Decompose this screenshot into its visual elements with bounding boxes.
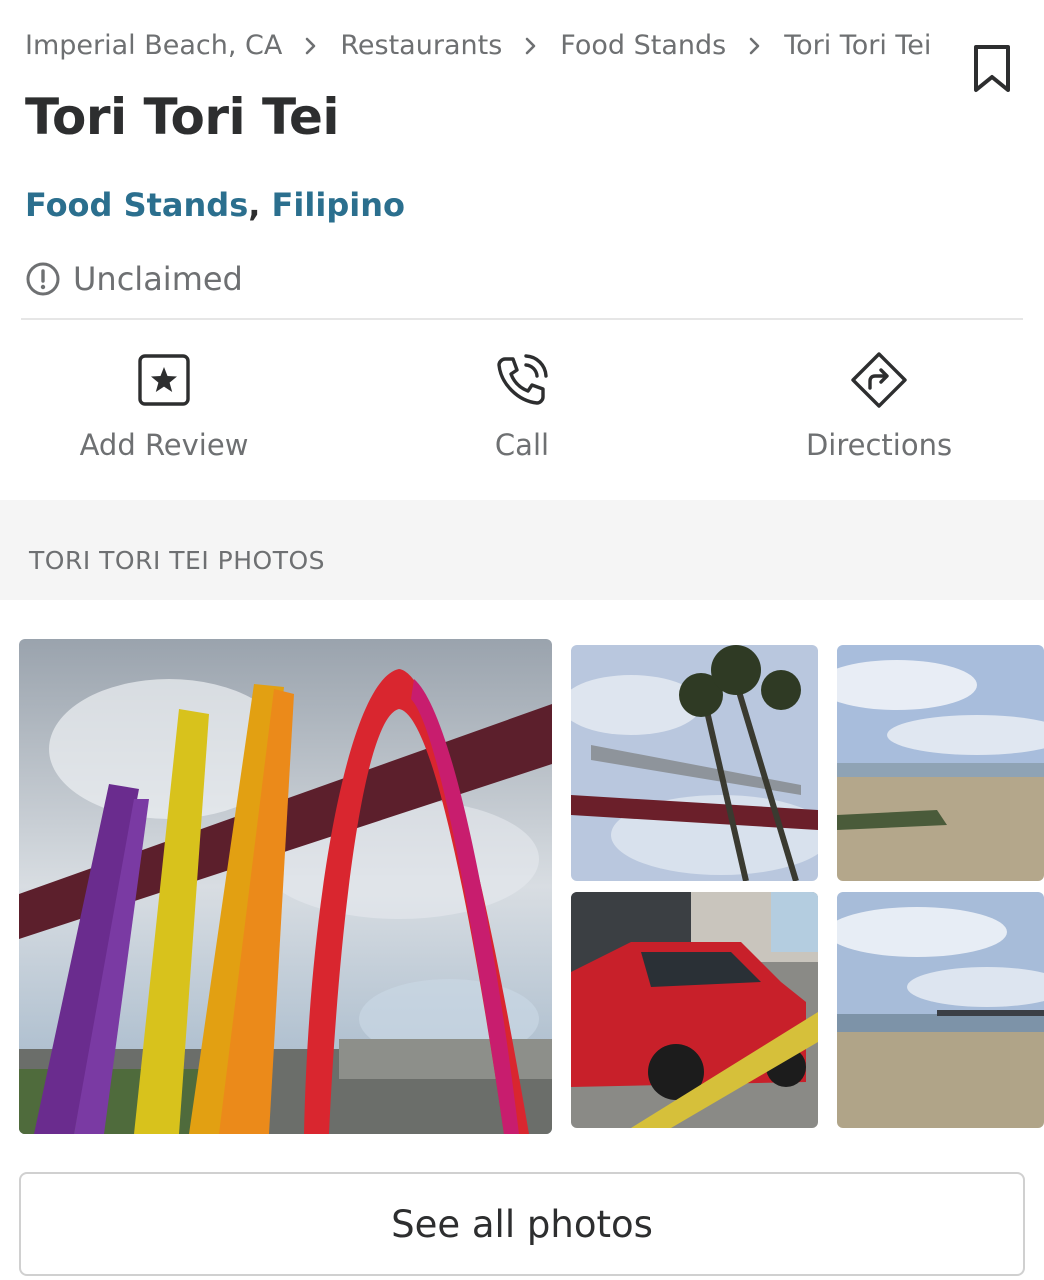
call-label: Call (494, 428, 550, 462)
chevron-right-icon (502, 36, 560, 56)
see-all-photos-button[interactable]: See all photos (19, 1172, 1025, 1276)
business-name: Tori Tori Tei (25, 88, 340, 146)
directions-button[interactable]: Directions (729, 350, 1029, 462)
breadcrumb: Imperial Beach, CA Restaurants Food Stan… (25, 30, 931, 61)
photo-beach-pier[interactable] (837, 892, 1044, 1128)
action-bar: Add Review Call Directions (0, 350, 1044, 480)
category-link-filipino[interactable]: Filipino (272, 186, 405, 224)
photo-imperial-beach-sign[interactable] (571, 645, 818, 881)
phone-icon (492, 350, 552, 410)
add-review-button[interactable]: Add Review (14, 350, 314, 462)
category-link-food-stands[interactable]: Food Stands (25, 186, 248, 224)
directions-label: Directions (805, 428, 953, 462)
divider (21, 318, 1023, 320)
photo-rainbow-arches[interactable] (19, 639, 552, 1134)
chevron-right-icon (282, 36, 340, 56)
bookmark-icon (972, 44, 1012, 98)
exclamation-circle-icon (25, 261, 61, 297)
photo-lifeguard-truck[interactable] (571, 892, 818, 1128)
claim-status[interactable]: Unclaimed (25, 260, 243, 298)
directions-icon (849, 350, 909, 410)
breadcrumb-current: Tori Tori Tei (784, 30, 932, 61)
bookmark-button[interactable] (970, 44, 1014, 98)
star-square-icon (134, 350, 194, 410)
claim-status-label: Unclaimed (73, 260, 243, 298)
breadcrumb-imperial-beach[interactable]: Imperial Beach, CA (25, 30, 282, 61)
photos-section-header: TORI TORI TEI PHOTOS (0, 500, 1044, 600)
breadcrumb-restaurants[interactable]: Restaurants (340, 30, 502, 61)
photo-beach-sand[interactable] (837, 645, 1044, 881)
add-review-label: Add Review (79, 428, 249, 462)
photos-section-title: TORI TORI TEI PHOTOS (29, 546, 326, 575)
category-list: Food Stands, Filipino (25, 186, 405, 224)
chevron-right-icon (726, 36, 784, 56)
call-button[interactable]: Call (372, 350, 672, 462)
category-separator: , (248, 186, 261, 224)
breadcrumb-food-stands[interactable]: Food Stands (560, 30, 726, 61)
